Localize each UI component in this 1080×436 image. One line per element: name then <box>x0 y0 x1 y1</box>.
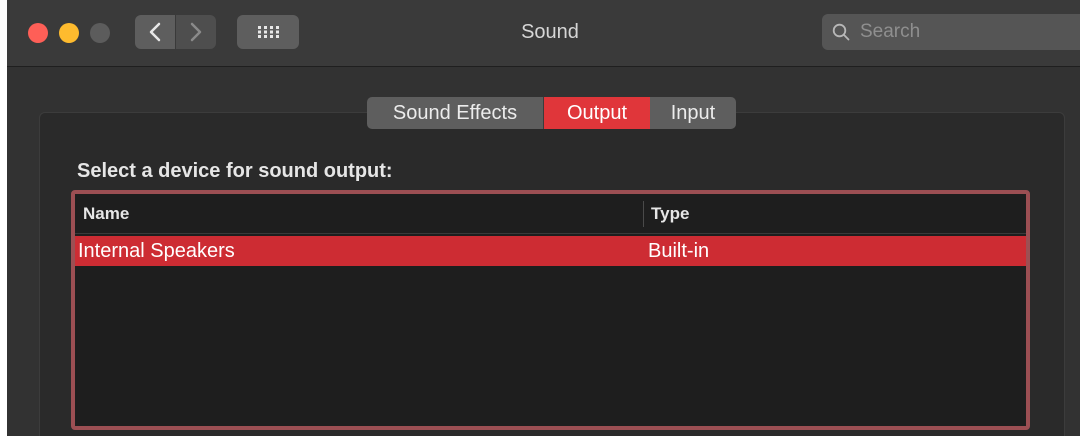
column-header-name[interactable]: Name <box>83 194 129 234</box>
search-field[interactable] <box>822 14 1080 50</box>
table-row[interactable]: Internal Speakers Built-in <box>75 236 1026 266</box>
tab-input[interactable]: Input <box>650 97 736 129</box>
minimize-button[interactable] <box>59 23 79 43</box>
output-heading: Select a device for sound output: <box>77 160 393 182</box>
zoom-button[interactable] <box>90 23 110 43</box>
show-all-button[interactable] <box>237 15 299 49</box>
search-input[interactable] <box>858 20 1062 44</box>
grid-icon <box>258 26 279 38</box>
search-icon <box>832 23 850 41</box>
column-header-type[interactable]: Type <box>651 194 689 234</box>
title-bar: Sound <box>7 0 1080 67</box>
chevron-right-icon <box>190 22 202 42</box>
output-device-table[interactable]: Name Type Internal Speakers Built-in <box>71 190 1030 430</box>
tab-bar: Sound Effects Output Input <box>367 97 736 129</box>
table-header: Name Type <box>75 194 1026 234</box>
forward-button[interactable] <box>176 15 216 49</box>
tab-output[interactable]: Output <box>544 97 650 129</box>
tab-sound-effects[interactable]: Sound Effects <box>367 97 544 129</box>
window-title: Sound <box>521 21 579 43</box>
device-type-cell: Built-in <box>648 240 710 262</box>
back-button[interactable] <box>135 15 175 49</box>
close-button[interactable] <box>28 23 48 43</box>
sound-preferences-window: Sound Sound Effects Output Input Select … <box>7 0 1080 436</box>
column-divider[interactable] <box>643 201 644 227</box>
chevron-left-icon <box>149 22 161 42</box>
device-name-cell: Internal Speakers <box>78 240 235 262</box>
